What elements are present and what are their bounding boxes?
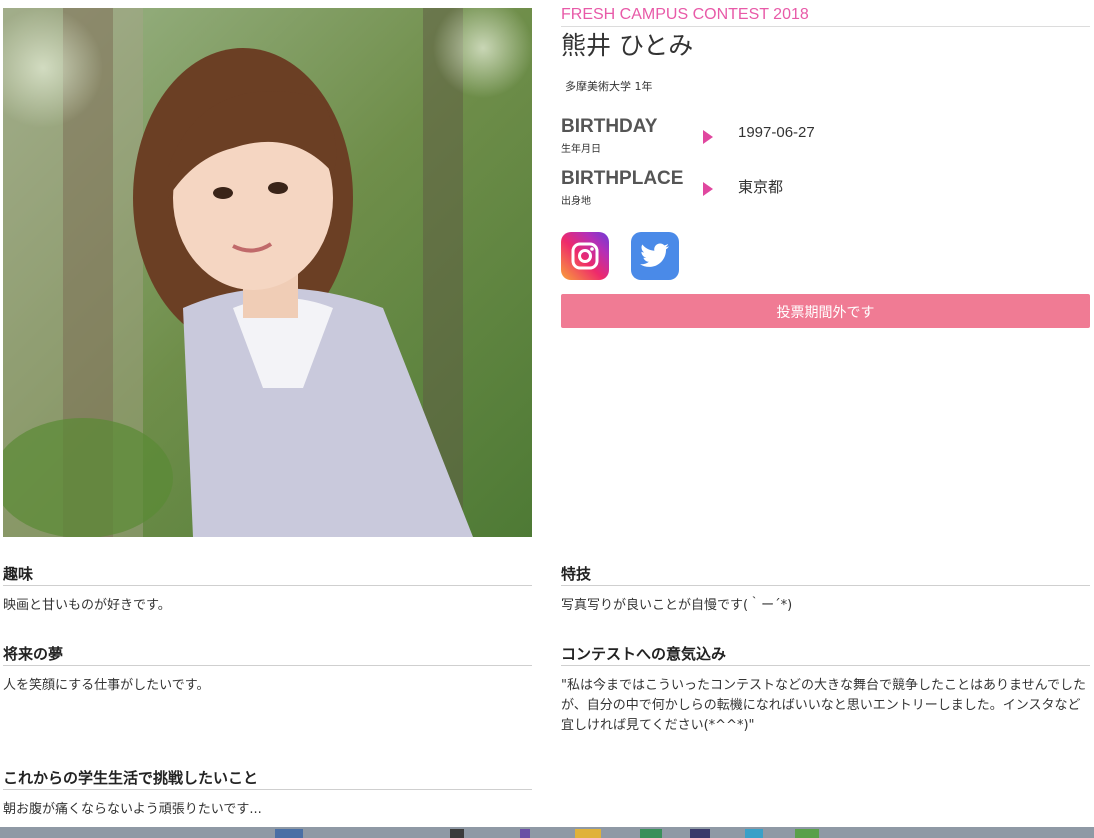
section-text: 写真写りが良いことが自慢です(｀ー´*) (561, 598, 793, 613)
school-label: 多摩美術大学 1年 (565, 80, 653, 93)
taskbar-app-icon[interactable] (640, 829, 662, 838)
page: FRESH CAMPUS CONTEST 2018 熊井 ひとみ 多摩美術大学 … (0, 0, 1094, 838)
taskbar-app-icon[interactable] (575, 829, 601, 838)
profile-photo (3, 8, 532, 537)
taskbar-app-icon[interactable] (520, 829, 530, 838)
arrow-right-icon (703, 130, 713, 144)
taskbar-app-icon[interactable] (690, 829, 710, 838)
birthday-label-ja: 生年月日 (561, 144, 601, 155)
section-title: 趣味 (3, 564, 532, 586)
section-hobby: 趣味 映画と甘いものが好きです。 (3, 564, 532, 616)
profile-panel: FRESH CAMPUS CONTEST 2018 熊井 ひとみ 多摩美術大学 … (561, 0, 1090, 328)
taskbar-app-icon[interactable] (450, 829, 464, 838)
taskbar-app-icon[interactable] (275, 829, 303, 838)
contestant-name: 熊井 ひとみ (561, 31, 694, 60)
instagram-icon[interactable] (561, 232, 609, 280)
taskbar-app-icon[interactable] (745, 829, 763, 838)
twitter-icon[interactable] (631, 232, 679, 280)
birthplace-label-ja: 出身地 (561, 196, 591, 207)
section-dream: 将来の夢 人を笑顔にする仕事がしたいです。 (3, 644, 532, 696)
section-text: 朝お腹が痛くならないよう頑張りたいです... (3, 802, 262, 817)
birthplace-label: BIRTHPLACE (561, 168, 684, 189)
section-motivation: コンテストへの意気込み "私は今まではこういったコンテストなどの大きな舞台で競争… (561, 644, 1090, 736)
contest-title: FRESH CAMPUS CONTEST 2018 (561, 0, 1090, 27)
section-title: コンテストへの意気込み (561, 644, 1090, 666)
social-links (561, 232, 1090, 280)
section-challenge: これからの学生生活で挑戦したいこと 朝お腹が痛くならないよう頑張りたいです... (3, 768, 532, 820)
birthplace-value: 東京都 (738, 179, 784, 196)
taskbar-app-icon[interactable] (795, 829, 819, 838)
section-title: これからの学生生活で挑戦したいこと (3, 768, 532, 790)
taskbar (0, 827, 1094, 838)
birthday-value: 1997-06-27 (738, 124, 815, 141)
section-title: 特技 (561, 564, 1090, 586)
section-title: 将来の夢 (3, 644, 532, 666)
section-text: 人を笑顔にする仕事がしたいです。 (3, 678, 210, 693)
section-text: "私は今まではこういったコンテストなどの大きな舞台で競争したことはありませんでし… (561, 678, 1086, 733)
section-text: 映画と甘いものが好きです。 (3, 598, 171, 613)
birthday-label: BIRTHDAY (561, 116, 658, 137)
birthplace-row: BIRTHPLACE 出身地 東京都 (561, 168, 1090, 220)
vote-button[interactable]: 投票期間外です (561, 294, 1090, 328)
section-skill: 特技 写真写りが良いことが自慢です(｀ー´*) (561, 564, 1090, 616)
birthday-row: BIRTHDAY 生年月日 1997-06-27 (561, 116, 1090, 168)
arrow-right-icon (703, 182, 713, 196)
